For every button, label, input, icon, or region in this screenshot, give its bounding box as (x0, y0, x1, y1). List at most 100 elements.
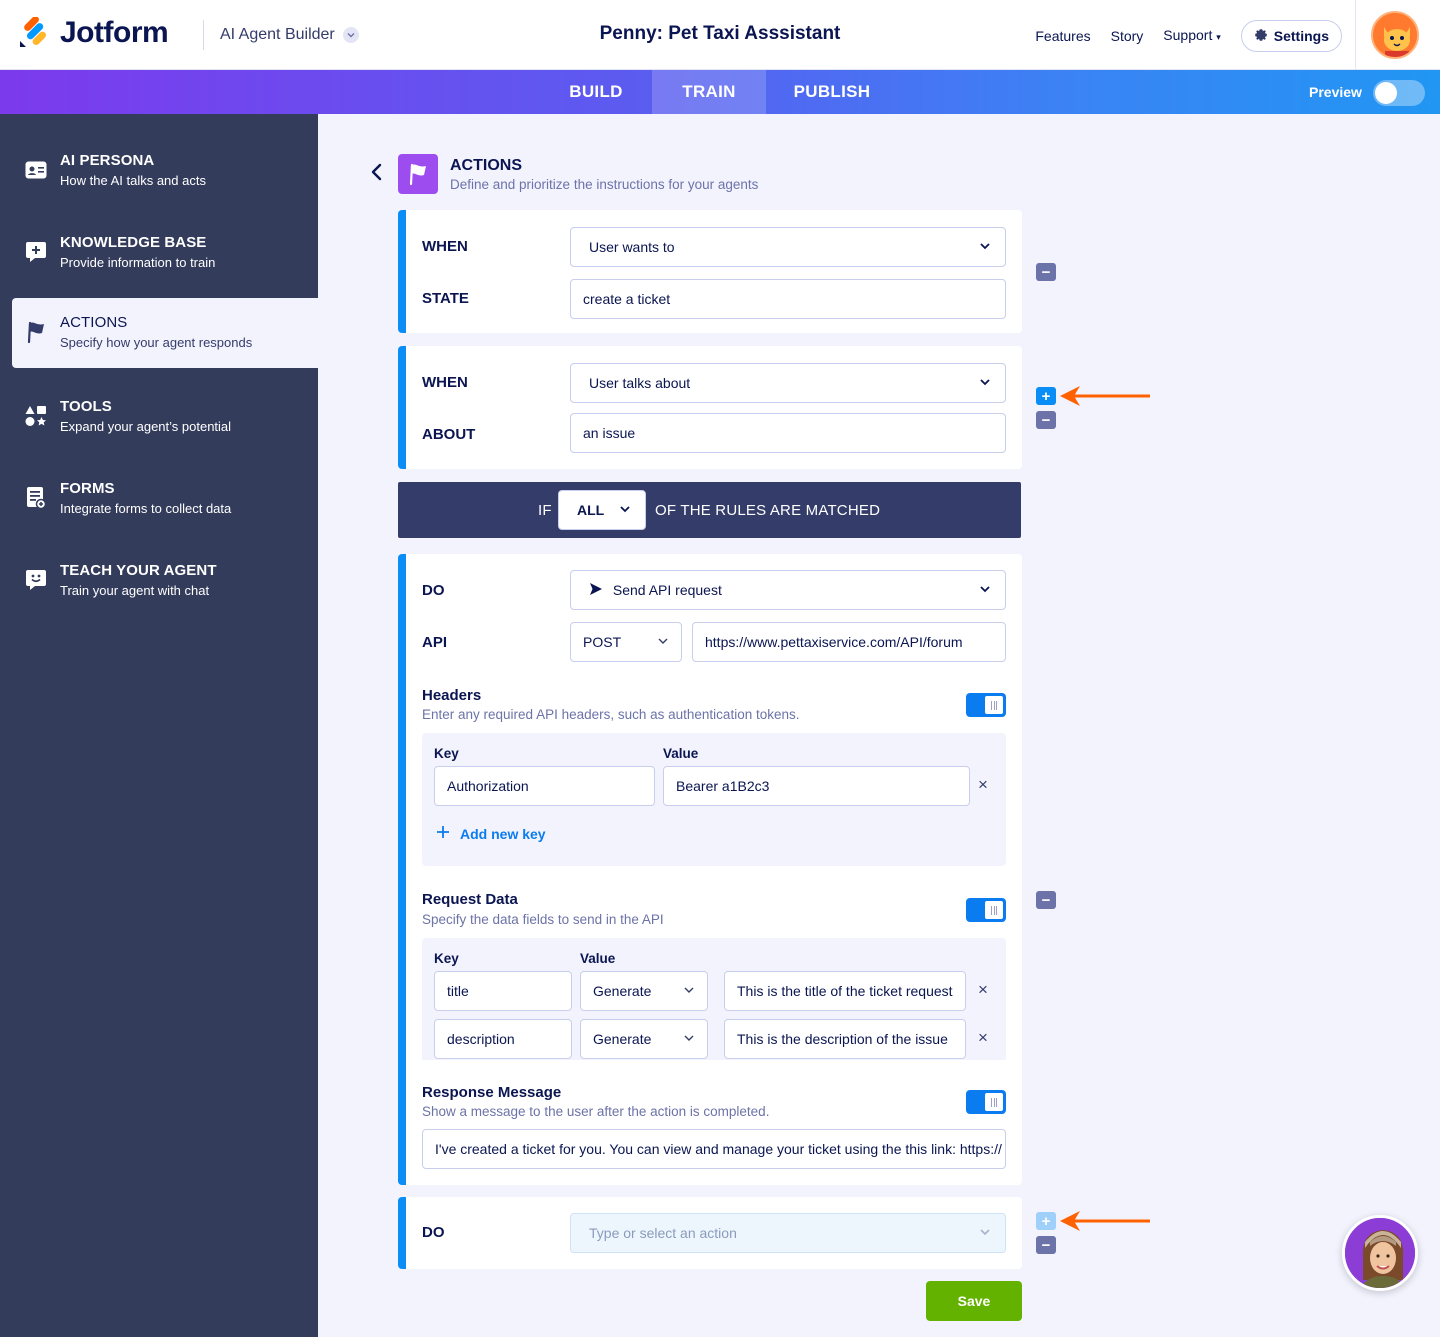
id-card-icon (24, 158, 48, 182)
plus-icon: + (1041, 387, 1051, 405)
when-select[interactable]: User talks about (570, 363, 1006, 403)
logo-text: Jotform (60, 16, 169, 49)
preview-toggle[interactable] (1373, 80, 1425, 106)
do-label: DO (422, 1224, 445, 1241)
remove-request-field-icon[interactable]: × (978, 1028, 988, 1048)
response-message-title: Response Message (422, 1084, 562, 1101)
back-button[interactable] (366, 162, 386, 186)
app-name-label: AI Agent Builder (220, 26, 335, 43)
tab-build[interactable]: BUILD (541, 70, 651, 114)
request-mode-select[interactable]: Generate (580, 1019, 708, 1059)
tab-train[interactable]: TRAIN (652, 70, 766, 114)
preview-label: Preview (1309, 84, 1362, 100)
state-input[interactable]: create a ticket (570, 279, 1006, 319)
api-label: API (422, 634, 448, 651)
sidebar-item-forms[interactable]: FORMS Integrate forms to collect data (12, 464, 318, 534)
add-condition-button[interactable]: + (1036, 387, 1056, 405)
chevron-left-icon (371, 163, 382, 186)
chevron-down-icon (684, 987, 694, 996)
plus-icon: + (1041, 1212, 1051, 1230)
request-data-toggle[interactable] (966, 898, 1006, 922)
response-message-toggle[interactable] (966, 1090, 1006, 1114)
remove-header-icon[interactable]: × (978, 775, 988, 795)
header-value-input[interactable]: Bearer a1B2c3 (663, 766, 970, 806)
header-key-input[interactable]: Authorization (434, 766, 655, 806)
remove-condition-button[interactable]: − (1036, 411, 1056, 429)
headers-table: Key Value Authorization Bearer a1B2c3 × … (422, 733, 1006, 866)
app-switcher[interactable]: AI Agent Builder (220, 26, 359, 44)
headers-title: Headers (422, 687, 482, 704)
page-title: ACTIONS (450, 157, 522, 174)
headers-description: Enter any required API headers, such as … (422, 707, 800, 722)
http-method-value: POST (583, 634, 622, 650)
state-label: STATE (422, 290, 469, 307)
rule-suffix-label: OF THE RULES ARE MATCHED (655, 502, 881, 519)
new-action-card: DO Type or select an action (398, 1197, 1022, 1269)
request-mode-select[interactable]: Generate (580, 971, 708, 1011)
sidebar-item-ai-persona[interactable]: AI PERSONA How the AI talks and acts (12, 136, 318, 206)
page-subtitle: Define and prioritize the instructions f… (450, 177, 759, 192)
plus-icon (436, 825, 450, 842)
settings-button[interactable]: Settings (1240, 20, 1342, 52)
header-divider (1355, 0, 1356, 70)
request-value-input[interactable]: This is the title of the ticket request (724, 971, 966, 1011)
chevron-down-icon (980, 243, 990, 252)
chevron-down-icon (620, 506, 630, 515)
headers-toggle[interactable] (966, 693, 1006, 717)
sidebar: AI PERSONA How the AI talks and acts KNO… (0, 114, 318, 1337)
when-select[interactable]: User wants to (570, 227, 1006, 267)
minus-icon: − (1041, 1236, 1051, 1254)
request-key-input[interactable]: description (434, 1019, 572, 1059)
request-key-input[interactable]: title (434, 971, 572, 1011)
api-url-input[interactable]: https://www.pettaxiservice.com/API/forum (692, 622, 1006, 662)
sidebar-item-actions[interactable]: ACTIONS Specify how your agent responds (12, 298, 318, 368)
tab-publish[interactable]: PUBLISH (766, 70, 898, 114)
add-new-key-button[interactable]: Add new key (436, 825, 546, 842)
chevron-down-icon (342, 27, 359, 43)
toggle-knob (985, 696, 1003, 714)
flag-icon (24, 320, 48, 344)
request-value-input[interactable]: This is the description of the issue (724, 1019, 966, 1059)
save-button[interactable]: Save (926, 1281, 1022, 1321)
shapes-icon (24, 404, 48, 428)
jotform-logo-icon (18, 16, 50, 49)
annotation-arrow-icon (1060, 386, 1150, 406)
request-mode-value: Generate (593, 1031, 652, 1047)
request-value-heading: Value (580, 951, 616, 966)
remove-action-button[interactable]: − (1036, 1236, 1056, 1254)
actions-flag-icon (398, 154, 438, 194)
remove-action-button[interactable]: − (1036, 891, 1056, 909)
header-divider (203, 20, 204, 50)
user-avatar[interactable] (1371, 11, 1419, 59)
sidebar-item-subtitle: Expand your agent’s potential (60, 419, 232, 434)
nav-support[interactable]: Support ▾ (1163, 18, 1220, 54)
sidebar-item-knowledge-base[interactable]: KNOWLEDGE BASE Provide information to tr… (12, 218, 318, 288)
do-select[interactable]: Send API request (570, 570, 1006, 610)
sidebar-item-teach-your-agent[interactable]: TEACH YOUR AGENT Train your agent with c… (12, 546, 318, 616)
add-action-button[interactable]: + (1036, 1212, 1056, 1230)
agent-chat-avatar[interactable] (1342, 1215, 1418, 1291)
about-label: ABOUT (422, 426, 476, 443)
about-input[interactable]: an issue (570, 413, 1006, 453)
action-type-select[interactable]: Type or select an action (570, 1213, 1006, 1253)
do-select-value: Send API request (612, 582, 722, 598)
chevron-down-icon (684, 1035, 694, 1044)
request-data-description: Specify the data fields to send in the A… (422, 912, 664, 927)
jotform-logo[interactable]: Jotform (18, 16, 169, 50)
minus-icon: − (1041, 411, 1051, 429)
remove-condition-button[interactable]: − (1036, 263, 1056, 281)
headers-value-heading: Value (663, 746, 699, 761)
send-icon (589, 572, 603, 609)
http-method-select[interactable]: POST (570, 622, 682, 662)
sidebar-item-tools[interactable]: TOOLS Expand your agent’s potential (12, 382, 318, 452)
top-header: Jotform AI Agent Builder Penny: Pet Taxi… (0, 0, 1440, 70)
nav-story[interactable]: Story (1111, 19, 1144, 53)
nav-features[interactable]: Features (1035, 19, 1090, 53)
condition-card: WHEN User wants to STATE create a ticket (398, 210, 1022, 333)
chevron-down-icon (980, 1229, 990, 1238)
response-message-input[interactable]: I've created a ticket for you. You can v… (422, 1129, 1006, 1169)
request-key-heading: Key (434, 951, 459, 966)
remove-request-field-icon[interactable]: × (978, 980, 988, 1000)
rule-match-select[interactable]: ALL (558, 490, 646, 530)
chevron-down-icon: ▾ (1216, 32, 1221, 42)
